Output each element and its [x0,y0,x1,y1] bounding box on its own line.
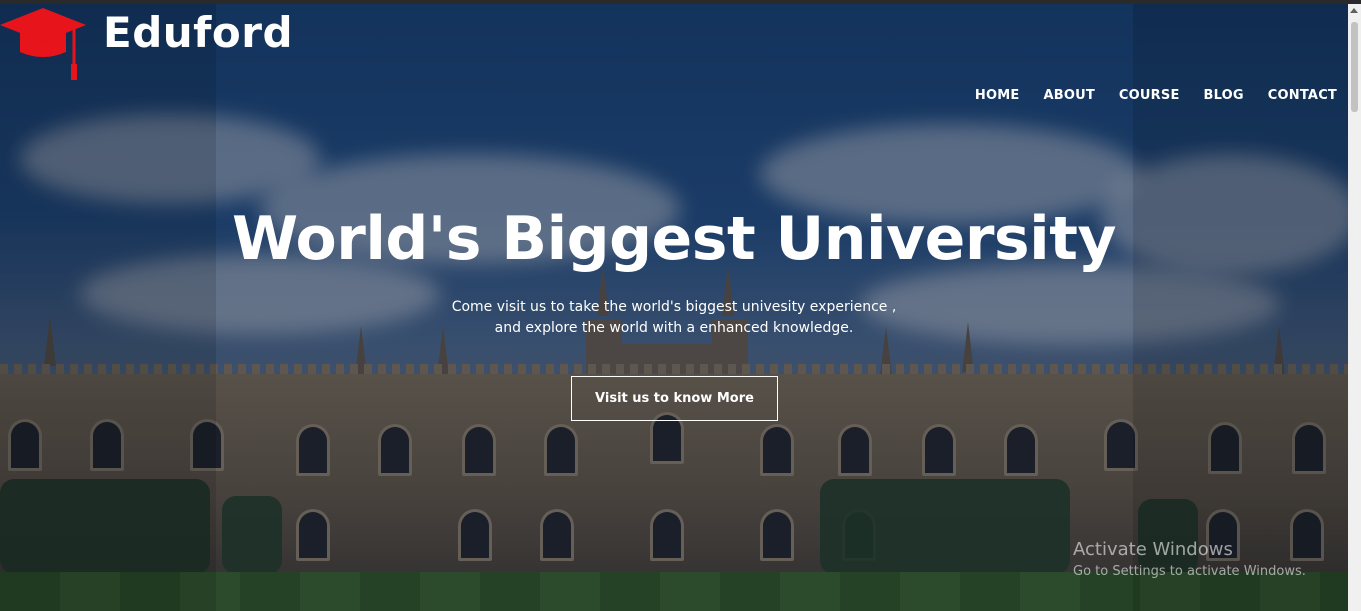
nav-item-blog[interactable]: BLOG [1204,88,1244,103]
nav-item-home[interactable]: HOME [975,88,1020,103]
scroll-up-arrow-icon[interactable] [1350,8,1358,13]
vertical-scrollbar[interactable] [1348,4,1361,611]
activate-windows-subtitle: Go to Settings to activate Windows. [1073,564,1306,579]
scrollbar-thumb[interactable] [1351,22,1358,112]
nav-item-contact[interactable]: CONTACT [1268,88,1337,103]
visit-us-button[interactable]: Visit us to know More [571,376,778,421]
window-top-border [0,0,1361,4]
main-nav: HOME ABOUT COURSE BLOG CONTACT [975,88,1337,103]
hero-subtext-line2: and explore the world with a enhanced kn… [494,320,854,336]
hero-subtext-line1: Come visit us to take the world's bigges… [451,299,897,315]
brand-name[interactable]: Eduford [103,8,293,57]
graduation-cap-icon[interactable] [0,8,90,84]
nav-item-course[interactable]: COURSE [1119,88,1180,103]
activate-windows-title: Activate Windows [1073,539,1233,560]
hero-headline: World's Biggest University [232,204,1116,274]
nav-item-about[interactable]: ABOUT [1043,88,1094,103]
